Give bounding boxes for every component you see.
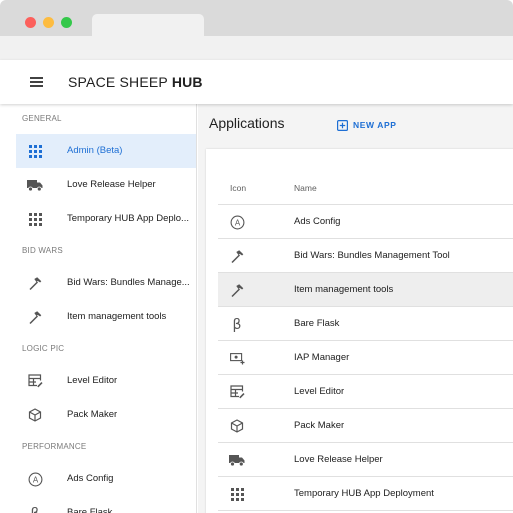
sidebar-item[interactable]: β Bare Flask xyxy=(16,496,196,513)
sidebar-section-header: LOGIC PIC xyxy=(22,344,65,353)
sidebar-item[interactable]: Level Editor xyxy=(16,364,196,398)
main-content: Applications NEW APP Icon Name A Ads Conf… xyxy=(198,104,513,513)
sidebar-item-label: Bare Flask xyxy=(67,507,113,513)
table-row[interactable]: A Ads Config xyxy=(218,205,513,239)
table-row[interactable]: Temporary HUB App Deployment xyxy=(218,477,513,511)
sidebar-item[interactable]: A Ads Config xyxy=(16,462,196,496)
page-title: Applications xyxy=(209,115,285,131)
hammer-icon xyxy=(27,309,43,325)
browser-toolbar xyxy=(0,36,513,60)
sidebar-item-label: Item management tools xyxy=(67,311,167,322)
cube-icon xyxy=(27,407,43,423)
table-row[interactable]: Item management tools xyxy=(218,273,513,307)
app-name-cell: Ads Config xyxy=(294,216,341,227)
app-name-cell: Item management tools xyxy=(294,284,394,295)
minimize-window-button[interactable] xyxy=(43,17,54,28)
table-row[interactable]: Pack Maker xyxy=(218,409,513,443)
new-app-button[interactable]: NEW APP xyxy=(337,117,397,133)
sidebar-item-label: Level Editor xyxy=(67,375,118,386)
app-name-cell: Pack Maker xyxy=(294,420,345,431)
sidebar-item-label: Pack Maker xyxy=(67,409,118,420)
sidebar-item[interactable]: Temporary HUB App Deplo... xyxy=(16,202,196,236)
table-edit-icon xyxy=(27,373,43,389)
svg-text:A: A xyxy=(32,475,38,484)
table-body: A Ads Config Bid Wars: Bundles Management … xyxy=(218,205,513,511)
sidebar-item[interactable]: Love Release Helper xyxy=(16,168,196,202)
app-name-cell: Level Editor xyxy=(294,386,345,397)
browser-tab[interactable] xyxy=(92,14,204,36)
svg-text:β: β xyxy=(31,506,40,513)
svg-text:β: β xyxy=(233,317,242,332)
table-edit-icon xyxy=(229,384,245,400)
app-title-bold: HUB xyxy=(171,74,203,90)
circle-a-icon: A xyxy=(229,214,245,230)
sidebar: GENERAL Admin (Beta) Love Release Helper Te… xyxy=(16,104,197,513)
hammer-icon xyxy=(27,275,43,291)
app-name-cell: Bid Wars: Bundles Management Tool xyxy=(294,250,450,261)
sidebar-section-header: BID WARS xyxy=(22,246,63,255)
truck-icon xyxy=(27,177,43,193)
sidebar-item-label: Temporary HUB App Deplo... xyxy=(67,213,189,224)
app-title-light: SPACE SHEEP xyxy=(68,74,172,90)
new-app-label: NEW APP xyxy=(353,120,397,130)
column-header-icon: Icon xyxy=(230,183,247,193)
add-box-icon xyxy=(337,119,348,131)
hamburger-menu-icon[interactable] xyxy=(30,77,43,87)
table-row[interactable]: Level Editor xyxy=(218,375,513,409)
sidebar-item-label: Bid Wars: Bundles Manage... xyxy=(67,277,190,288)
truck-icon xyxy=(229,452,245,468)
applications-table: Icon Name A Ads Config Bid Wars: Bundles M… xyxy=(206,149,513,513)
sidebar-item[interactable]: Admin (Beta) xyxy=(16,134,196,168)
beta-icon: β xyxy=(229,316,245,332)
column-header-name: Name xyxy=(294,183,317,193)
table-row[interactable]: Bid Wars: Bundles Management Tool xyxy=(218,239,513,273)
grid-icon xyxy=(27,211,43,227)
app-name-cell: Bare Flask xyxy=(294,318,340,329)
table-row[interactable]: Love Release Helper xyxy=(218,443,513,477)
app-bar: SPACE SHEEP HUB xyxy=(0,60,513,104)
hammer-icon xyxy=(229,248,245,264)
circle-a-icon: A xyxy=(27,471,43,487)
sidebar-item-label: Ads Config xyxy=(67,473,114,484)
sidebar-section-header: GENERAL xyxy=(22,114,62,123)
sidebar-item[interactable]: Item management tools xyxy=(16,300,196,334)
app-name-cell: Temporary HUB App Deployment xyxy=(294,488,434,499)
close-window-button[interactable] xyxy=(25,17,36,28)
maximize-window-button[interactable] xyxy=(61,17,72,28)
grid-icon xyxy=(27,143,43,159)
svg-text:A: A xyxy=(234,218,240,227)
cash-plus-icon xyxy=(229,350,245,366)
sidebar-section-header: PERFORMANCE xyxy=(22,442,87,451)
cube-icon xyxy=(229,418,245,434)
app-name-cell: Love Release Helper xyxy=(294,454,383,465)
sidebar-item[interactable]: Pack Maker xyxy=(16,398,196,432)
table-header: Icon Name xyxy=(218,171,513,205)
sidebar-item[interactable]: Bid Wars: Bundles Manage... xyxy=(16,266,196,300)
app-name-cell: IAP Manager xyxy=(294,352,350,363)
hammer-icon xyxy=(229,282,245,298)
table-row[interactable]: β Bare Flask xyxy=(218,307,513,341)
sidebar-item-label: Love Release Helper xyxy=(67,179,156,190)
sidebar-item-label: Admin (Beta) xyxy=(67,145,123,156)
table-row[interactable]: IAP Manager xyxy=(218,341,513,375)
grid-icon xyxy=(229,486,245,502)
browser-chrome xyxy=(0,0,513,36)
app-title: SPACE SHEEP HUB xyxy=(68,74,203,90)
beta-icon: β xyxy=(27,505,43,513)
